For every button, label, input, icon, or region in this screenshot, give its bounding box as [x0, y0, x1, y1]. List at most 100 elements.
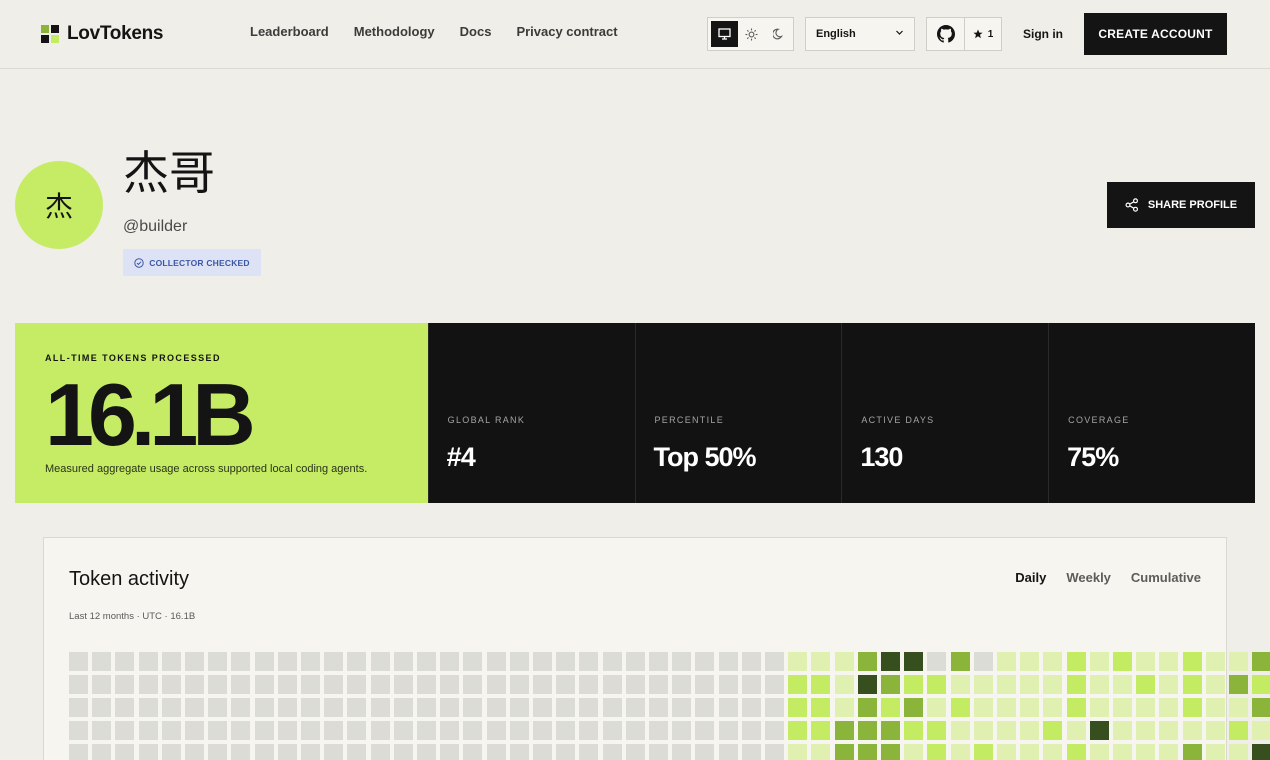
heatmap-cell[interactable]	[1043, 698, 1062, 717]
heatmap-cell[interactable]	[278, 675, 297, 694]
heatmap-cell[interactable]	[1090, 675, 1109, 694]
heatmap-cell[interactable]	[162, 744, 181, 760]
heatmap-cell[interactable]	[208, 652, 227, 671]
heatmap-cell[interactable]	[324, 675, 343, 694]
heatmap-cell[interactable]	[765, 698, 784, 717]
heatmap-cell[interactable]	[1113, 744, 1132, 760]
heatmap-cell[interactable]	[533, 744, 552, 760]
heatmap-cell[interactable]	[626, 652, 645, 671]
heatmap-cell[interactable]	[371, 675, 390, 694]
heatmap-cell[interactable]	[394, 675, 413, 694]
heatmap-cell[interactable]	[1229, 721, 1248, 740]
heatmap-cell[interactable]	[487, 652, 506, 671]
heatmap-cell[interactable]	[788, 698, 807, 717]
heatmap-cell[interactable]	[487, 675, 506, 694]
heatmap-cell[interactable]	[1113, 721, 1132, 740]
heatmap-cell[interactable]	[301, 744, 320, 760]
heatmap-cell[interactable]	[185, 721, 204, 740]
theme-dark-button[interactable]	[765, 21, 792, 47]
heatmap-cell[interactable]	[974, 721, 993, 740]
heatmap-cell[interactable]	[927, 652, 946, 671]
heatmap-cell[interactable]	[69, 744, 88, 760]
heatmap-cell[interactable]	[765, 744, 784, 760]
heatmap-cell[interactable]	[1206, 698, 1225, 717]
heatmap-cell[interactable]	[347, 744, 366, 760]
heatmap-cell[interactable]	[347, 652, 366, 671]
heatmap-cell[interactable]	[881, 675, 900, 694]
heatmap-cell[interactable]	[1229, 652, 1248, 671]
heatmap-cell[interactable]	[881, 652, 900, 671]
heatmap-cell[interactable]	[115, 744, 134, 760]
heatmap-cell[interactable]	[324, 744, 343, 760]
heatmap-cell[interactable]	[1043, 744, 1062, 760]
heatmap-cell[interactable]	[278, 744, 297, 760]
heatmap-cell[interactable]	[301, 721, 320, 740]
nav-methodology-link[interactable]: Methodology	[354, 24, 435, 39]
heatmap-cell[interactable]	[626, 675, 645, 694]
tab-weekly[interactable]: Weekly	[1066, 570, 1111, 585]
heatmap-cell[interactable]	[904, 675, 923, 694]
heatmap-cell[interactable]	[556, 698, 575, 717]
heatmap-cell[interactable]	[811, 721, 830, 740]
heatmap-cell[interactable]	[603, 652, 622, 671]
heatmap-cell[interactable]	[649, 652, 668, 671]
heatmap-cell[interactable]	[742, 652, 761, 671]
heatmap-cell[interactable]	[1159, 675, 1178, 694]
heatmap-cell[interactable]	[672, 721, 691, 740]
heatmap-cell[interactable]	[881, 698, 900, 717]
heatmap-cell[interactable]	[858, 721, 877, 740]
heatmap-cell[interactable]	[556, 721, 575, 740]
heatmap-cell[interactable]	[463, 721, 482, 740]
heatmap-cell[interactable]	[1159, 744, 1178, 760]
heatmap-cell[interactable]	[951, 675, 970, 694]
heatmap-cell[interactable]	[579, 744, 598, 760]
heatmap-cell[interactable]	[185, 652, 204, 671]
heatmap-cell[interactable]	[927, 698, 946, 717]
heatmap-cell[interactable]	[231, 698, 250, 717]
theme-light-button[interactable]	[738, 21, 765, 47]
heatmap-cell[interactable]	[1183, 698, 1202, 717]
heatmap-cell[interactable]	[371, 744, 390, 760]
heatmap-cell[interactable]	[417, 744, 436, 760]
heatmap-cell[interactable]	[579, 698, 598, 717]
heatmap-cell[interactable]	[347, 675, 366, 694]
heatmap-cell[interactable]	[1159, 721, 1178, 740]
heatmap-cell[interactable]	[487, 744, 506, 760]
heatmap-cell[interactable]	[510, 675, 529, 694]
heatmap-cell[interactable]	[649, 721, 668, 740]
heatmap-cell[interactable]	[811, 744, 830, 760]
heatmap-cell[interactable]	[510, 698, 529, 717]
heatmap-cell[interactable]	[974, 698, 993, 717]
heatmap-cell[interactable]	[92, 698, 111, 717]
heatmap-cell[interactable]	[1043, 675, 1062, 694]
heatmap-cell[interactable]	[92, 721, 111, 740]
heatmap-cell[interactable]	[904, 652, 923, 671]
heatmap-cell[interactable]	[951, 698, 970, 717]
heatmap-cell[interactable]	[672, 698, 691, 717]
heatmap-cell[interactable]	[626, 744, 645, 760]
heatmap-cell[interactable]	[1136, 652, 1155, 671]
heatmap-cell[interactable]	[394, 721, 413, 740]
heatmap-cell[interactable]	[788, 744, 807, 760]
heatmap-cell[interactable]	[672, 744, 691, 760]
heatmap-cell[interactable]	[371, 652, 390, 671]
heatmap-cell[interactable]	[1206, 675, 1225, 694]
heatmap-cell[interactable]	[139, 675, 158, 694]
heatmap-cell[interactable]	[997, 721, 1016, 740]
heatmap-cell[interactable]	[835, 698, 854, 717]
heatmap-cell[interactable]	[1067, 744, 1086, 760]
heatmap-cell[interactable]	[69, 652, 88, 671]
heatmap-cell[interactable]	[208, 744, 227, 760]
heatmap-cell[interactable]	[1113, 675, 1132, 694]
heatmap-cell[interactable]	[92, 744, 111, 760]
language-select[interactable]: English	[805, 17, 915, 51]
nav-leaderboard-link[interactable]: Leaderboard	[250, 24, 329, 39]
heatmap-cell[interactable]	[719, 698, 738, 717]
heatmap-cell[interactable]	[1136, 744, 1155, 760]
heatmap-cell[interactable]	[394, 652, 413, 671]
heatmap-cell[interactable]	[927, 744, 946, 760]
heatmap-cell[interactable]	[1067, 721, 1086, 740]
heatmap-cell[interactable]	[510, 744, 529, 760]
heatmap-cell[interactable]	[858, 652, 877, 671]
heatmap-cell[interactable]	[533, 675, 552, 694]
